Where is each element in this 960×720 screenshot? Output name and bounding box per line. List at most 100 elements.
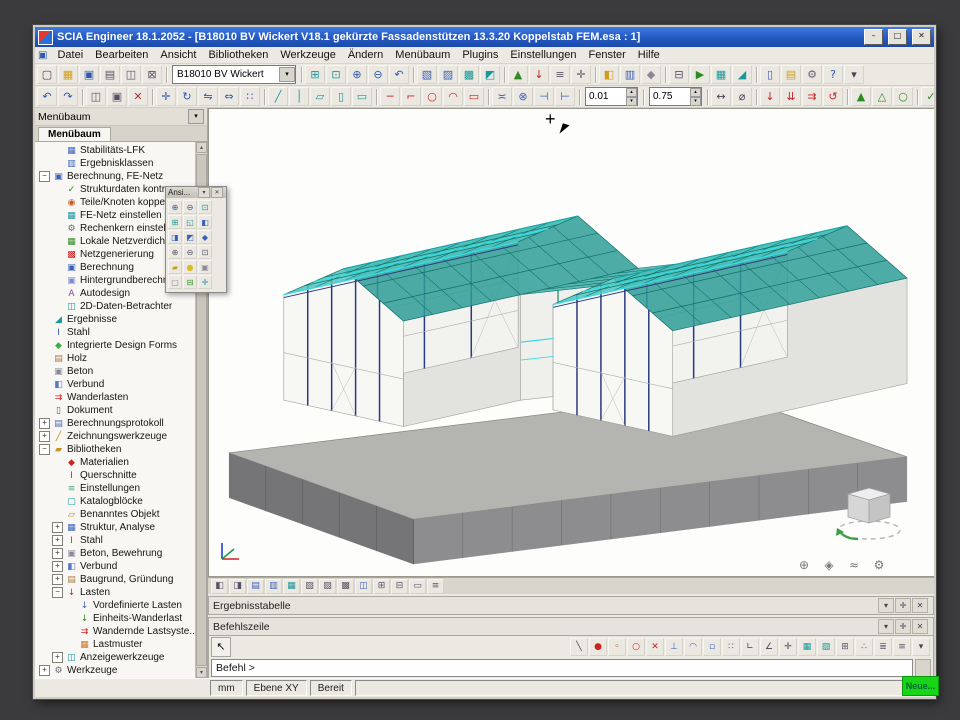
- view-layout-6[interactable]: ▩: [337, 579, 354, 594]
- command-line-bar[interactable]: Befehlszeile ▾✛✕: [208, 617, 934, 636]
- tree-item-ergebnisklassen[interactable]: ▥Ergebnisklassen: [35, 157, 196, 170]
- tree-item-stahl[interactable]: ⅠStahl: [35, 326, 196, 339]
- results-dropdown[interactable]: ▾: [878, 598, 894, 613]
- vp-view-top[interactable]: ◩: [183, 230, 197, 244]
- snap-midpoint[interactable]: ◦: [608, 638, 626, 656]
- snap-options-dropdown[interactable]: ▾: [912, 638, 930, 656]
- coord-relative[interactable]: ▧: [817, 638, 835, 656]
- close-preview[interactable]: ⊠: [142, 65, 162, 84]
- view-layout-5[interactable]: ▨: [319, 579, 336, 594]
- trim-tool[interactable]: ⊣: [534, 87, 554, 106]
- expand-box[interactable]: +: [52, 652, 63, 663]
- array-copy[interactable]: ∷: [240, 87, 260, 106]
- stretch[interactable]: ⇔: [219, 87, 239, 106]
- menu-hilfe[interactable]: Hilfe: [632, 48, 666, 62]
- vp-view-side[interactable]: ◨: [168, 230, 182, 244]
- collapse-box[interactable]: −: [39, 444, 50, 455]
- selection-pointer-button[interactable]: ↖: [211, 637, 231, 657]
- command-dropdown[interactable]: ▾: [878, 619, 894, 634]
- print[interactable]: ▤: [100, 65, 120, 84]
- calculator[interactable]: ⊟: [669, 65, 689, 84]
- vp-magnify-out[interactable]: ⊖: [183, 245, 197, 259]
- tree-item-berechnungsprotokoll[interactable]: +▤Berechnungsprotokoll: [35, 417, 196, 430]
- snap-grid-point[interactable]: ∷: [722, 638, 740, 656]
- menu-plugins[interactable]: Plugins: [456, 48, 504, 62]
- vp-zoom-all[interactable]: ⊞: [168, 215, 182, 229]
- tree-item-werkzeuge[interactable]: +⚙Werkzeuge: [35, 664, 196, 677]
- expand-box[interactable]: +: [52, 535, 63, 546]
- rendered-mode[interactable]: ▩: [459, 65, 479, 84]
- view-cube[interactable]: [832, 480, 906, 546]
- results-close[interactable]: ✕: [912, 598, 928, 613]
- scroll-up-arrow[interactable]: ▴: [196, 142, 207, 153]
- view-palette-titlebar[interactable]: Ansi... ▾✕: [166, 187, 226, 198]
- close-button[interactable]: ✕: [912, 29, 931, 45]
- minimize-button[interactable]: –: [864, 29, 883, 45]
- expand-box[interactable]: +: [52, 522, 63, 533]
- mesh-size-input[interactable]: 0.01▴▾: [585, 87, 638, 106]
- menu-ansicht[interactable]: Ansicht: [154, 48, 202, 62]
- line-grid[interactable]: ≣: [874, 638, 892, 656]
- tree-item-baugrund-gründung[interactable]: +▤Baugrund, Gründung: [35, 573, 196, 586]
- save-project[interactable]: ▣: [79, 65, 99, 84]
- titlebar[interactable]: SCIA Engineer 18.1.2052 - [B18010 BV Wic…: [35, 27, 934, 47]
- line-load[interactable]: ⇊: [781, 87, 801, 106]
- tree-item-stabilitäts-lfk[interactable]: ▦Stabilitäts-LFK: [35, 144, 196, 157]
- snap-center[interactable]: ○: [627, 638, 645, 656]
- menu-fenster[interactable]: Fenster: [582, 48, 631, 62]
- tree-item-lastmuster[interactable]: ▦Lastmuster: [35, 638, 196, 651]
- shading-mode[interactable]: ◩: [480, 65, 500, 84]
- mesh-size-input-down-arrow[interactable]: ▾: [626, 97, 637, 106]
- viewport-zoom-nav[interactable]: ⊕: [794, 555, 814, 574]
- panel-selector[interactable]: Menübaum ▾: [35, 108, 207, 126]
- palette-close[interactable]: ✕: [211, 187, 223, 198]
- results-display[interactable]: ◢: [732, 65, 752, 84]
- collapse-box[interactable]: −: [39, 171, 50, 182]
- menu-einstellungen[interactable]: Einstellungen: [504, 48, 582, 62]
- grid-toggle[interactable]: ⊞: [836, 638, 854, 656]
- tree-item-einheits-wanderlast[interactable]: ↓Einheits-Wanderlast: [35, 612, 196, 625]
- show-loads[interactable]: ↓: [529, 65, 549, 84]
- snap-tracking[interactable]: ✛: [779, 638, 797, 656]
- previous-zoom[interactable]: ↶: [389, 65, 409, 84]
- snap-polar[interactable]: ∠: [760, 638, 778, 656]
- tree-item-struktur-analyse[interactable]: +▦Struktur, Analyse: [35, 521, 196, 534]
- view-layout-3[interactable]: ▦: [283, 579, 300, 594]
- view-layout-results[interactable]: ◨: [229, 579, 246, 594]
- tree-item-verbund[interactable]: ◧Verbund: [35, 378, 196, 391]
- opening-tool[interactable]: ▭: [352, 87, 372, 106]
- tree-item-einstellungen[interactable]: ≡Einstellungen: [35, 482, 196, 495]
- intersect-tool[interactable]: ⊗: [513, 87, 533, 106]
- display-scale-input[interactable]: 0.75▴▾: [649, 87, 702, 106]
- vp-lightbulb[interactable]: ●: [183, 260, 197, 274]
- menu-bearbeiten[interactable]: Bearbeiten: [89, 48, 154, 62]
- view-layout-9[interactable]: ⊟: [391, 579, 408, 594]
- activity-filter[interactable]: ◧: [599, 65, 619, 84]
- view-layout-11[interactable]: ≡: [427, 579, 444, 594]
- tree-item-bibliotheken[interactable]: −▰Bibliotheken: [35, 443, 196, 456]
- zoom-all[interactable]: ⊞: [305, 65, 325, 84]
- mirror[interactable]: ⇋: [198, 87, 218, 106]
- image-gallery[interactable]: ▤: [781, 65, 801, 84]
- snap-mode-toggle[interactable]: ╲: [570, 638, 588, 656]
- arc-tool[interactable]: ◠: [443, 87, 463, 106]
- view-layout-8[interactable]: ⊞: [373, 579, 390, 594]
- column-tool[interactable]: │: [289, 87, 309, 106]
- tree-item-ergebnisse[interactable]: ◢Ergebnisse: [35, 313, 196, 326]
- snap-ortho[interactable]: ∟: [741, 638, 759, 656]
- tree-item-dokument[interactable]: ▯Dokument: [35, 404, 196, 417]
- viewport-settings-gear[interactable]: ⚙: [869, 555, 889, 574]
- tree-item-berechnung-fe-netz[interactable]: −▣Berechnung, FE-Netz: [35, 170, 196, 183]
- command-history[interactable]: ≡: [893, 638, 911, 656]
- vp-render-cube[interactable]: ▣: [198, 260, 212, 274]
- zoom-in[interactable]: ⊕: [347, 65, 367, 84]
- tree-item-materialien[interactable]: ◆Materialien: [35, 456, 196, 469]
- tab-menubaum[interactable]: Menübaum: [38, 127, 111, 141]
- expand-box[interactable]: +: [52, 548, 63, 559]
- zoom-out[interactable]: ⊖: [368, 65, 388, 84]
- settings[interactable]: ⚙: [802, 65, 822, 84]
- viewport-pan-nav[interactable]: ≈: [844, 555, 864, 574]
- snap-tangent[interactable]: ◠: [684, 638, 702, 656]
- snap-perpendicular[interactable]: ⊥: [665, 638, 683, 656]
- snap-endpoint[interactable]: ●: [589, 638, 607, 656]
